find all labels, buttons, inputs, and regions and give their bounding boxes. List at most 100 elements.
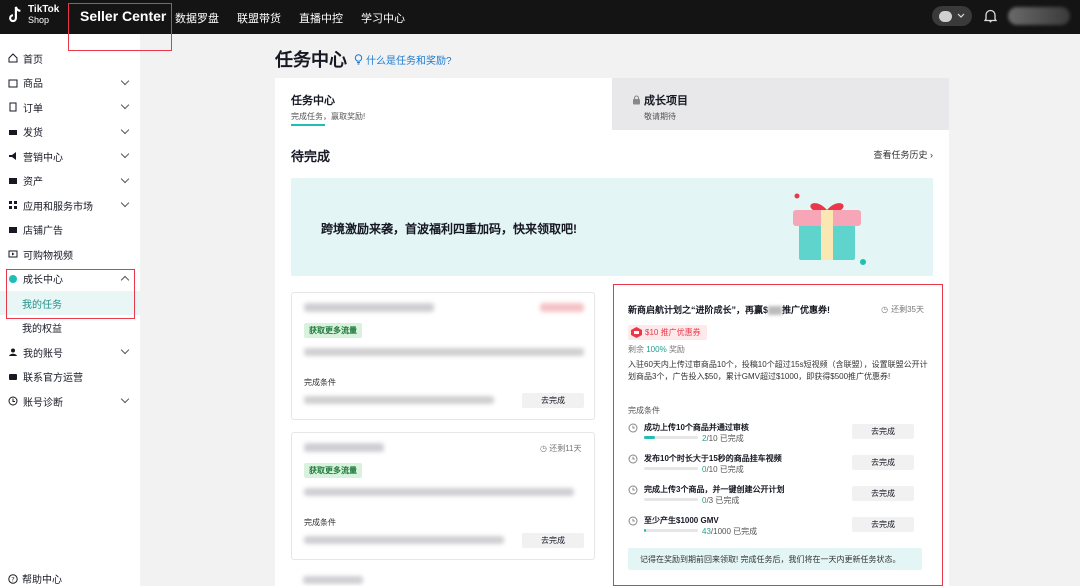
condition-row: 发布10个时长大于15秒的商品挂车视频 0/10 已完成 去完成 — [628, 453, 928, 481]
condition-name: 成功上传10个商品并通过审核 — [644, 423, 749, 432]
order-icon — [8, 102, 18, 112]
help-center-link[interactable]: ? 帮助中心 — [8, 571, 62, 586]
app-title[interactable]: Seller Center — [80, 8, 166, 24]
help-link-text: 什么是任务和奖励? — [366, 56, 452, 67]
progress-text: 43/1000 已完成 — [702, 526, 757, 537]
sidebar-item-label: 成长中心 — [23, 275, 63, 286]
sidebar-item-contact[interactable]: 联系官方运营 — [0, 365, 140, 389]
featured-remaining-text: 还剩35天 — [891, 305, 924, 314]
featured-conditions-label: 完成条件 — [628, 406, 660, 415]
growth-icon — [8, 274, 18, 284]
progress-text: 0/10 已完成 — [702, 464, 744, 475]
condition-row: 完成上传3个商品，并一键创建公开计划 0/3 已完成 去完成 — [628, 484, 928, 512]
remaining-days-text: 还剩11天 — [549, 444, 582, 453]
task-card[interactable]: ◷ 还剩11天 获取更多流量 完成条件 去完成 — [291, 432, 595, 560]
progress-total: /10 已完成 — [706, 465, 744, 474]
sidebar-subitem-my-tasks[interactable]: 我的任务 — [0, 291, 140, 315]
nav-affiliate[interactable]: 联盟带货 — [237, 10, 281, 26]
remaining-label: 剩余 — [628, 345, 644, 354]
remaining-percent: 100% — [646, 345, 667, 354]
go-complete-button[interactable]: 去完成 — [852, 455, 914, 470]
tab-subtitle: 完成任务，赢取奖励! — [291, 112, 366, 121]
sidebar-item-label: 订单 — [23, 103, 43, 115]
traffic-tag: 获取更多流量 — [304, 323, 362, 338]
avatar[interactable] — [1008, 7, 1070, 25]
nav-live-control[interactable]: 直播中控 — [299, 10, 343, 26]
blurred-desc — [304, 348, 584, 356]
featured-task-title: 新商启航计划之“进阶成长”，再赢$ 推广优惠券! — [628, 303, 830, 316]
task-history-link[interactable]: 查看任务历史 › — [873, 148, 933, 161]
chevron-down-icon — [120, 100, 130, 110]
sidebar-item-shipping[interactable]: 发货 — [0, 120, 140, 144]
video-icon — [8, 249, 18, 259]
conditions-label: 完成条件 — [304, 518, 336, 527]
go-complete-button[interactable]: 去完成 — [522, 393, 584, 408]
tab-growth-project[interactable]: 成长项目 敬请期待 — [612, 78, 949, 130]
condition-row: 成功上传10个商品并通过审核 2/10 已完成 去完成 — [628, 422, 928, 450]
assets-icon — [8, 176, 18, 186]
clock-icon — [628, 454, 638, 464]
sidebar-item-product[interactable]: 商品 — [0, 71, 140, 95]
go-complete-button[interactable]: 去完成 — [852, 424, 914, 439]
go-complete-button[interactable]: 去完成 — [522, 533, 584, 548]
sidebar-item-label: 资产 — [23, 177, 43, 188]
sidebar-item-home[interactable]: 首页 — [0, 46, 140, 70]
help-link[interactable]: 什么是任务和奖励? — [354, 52, 452, 67]
sidebar-item-ads[interactable]: 店铺广告 — [0, 218, 140, 242]
chevron-down-icon — [120, 149, 130, 159]
lightbulb-icon — [354, 54, 363, 65]
go-complete-button[interactable]: 去完成 — [852, 486, 914, 501]
tab-task-center[interactable]: 任务中心 完成任务，赢取奖励! — [275, 78, 612, 130]
go-complete-button[interactable]: 去完成 — [852, 517, 914, 532]
blurred-badge — [540, 303, 584, 312]
sidebar-item-label: 我的账号 — [23, 348, 63, 360]
sidebar-item-order[interactable]: 订单 — [0, 95, 140, 119]
remaining-reward: 剩余 100% 奖励 — [628, 344, 685, 355]
sidebar-item-label: 可购物视频 — [23, 250, 73, 262]
diagnose-icon — [8, 396, 18, 406]
nav-learning-center[interactable]: 学习中心 — [361, 10, 405, 26]
chat-button[interactable] — [932, 6, 972, 26]
sidebar-item-video[interactable]: 可购物视频 — [0, 242, 140, 266]
sidebar-item-label: 首页 — [23, 54, 43, 66]
help-icon: ? — [8, 573, 18, 584]
tab-title-text: 成长项目 — [644, 95, 688, 107]
logo-text: TikTok Shop — [28, 4, 60, 26]
sidebar-subitem-my-benefits[interactable]: 我的权益 — [0, 316, 140, 340]
sidebar-item-diagnose[interactable]: 账号诊断 — [0, 389, 140, 413]
chevron-down-icon — [120, 198, 130, 208]
logo-line2: Shop — [28, 15, 50, 25]
product-icon — [8, 78, 18, 88]
sidebar-item-assets[interactable]: 资产 — [0, 169, 140, 193]
top-nav: 数据罗盘 联盟带货 直播中控 学习中心 — [175, 10, 405, 26]
condition-name: 发布10个时长大于15秒的商品挂车视频 — [644, 454, 782, 463]
tab-title: 任务中心 — [291, 95, 335, 107]
shipping-icon — [8, 127, 18, 137]
blurred-next-title — [303, 576, 363, 584]
coupon-icon — [631, 327, 642, 338]
page-title: 任务中心 — [275, 50, 347, 70]
promo-banner[interactable]: 跨境激励来袭，首波福利四重加码，快来领取吧! — [291, 178, 933, 276]
clock-icon — [628, 516, 638, 526]
svg-text:?: ? — [11, 575, 14, 583]
nav-data-compass[interactable]: 数据罗盘 — [175, 10, 219, 26]
task-card[interactable]: 获取更多流量 完成条件 去完成 — [291, 292, 595, 420]
top-bar: TikTok Shop Seller Center 数据罗盘 联盟带货 直播中控… — [0, 0, 1080, 34]
coupon-text: $10 推广优惠券 — [645, 328, 701, 337]
chevron-down-icon — [957, 13, 965, 18]
sidebar-item-apps[interactable]: 应用和服务市场 — [0, 193, 140, 217]
condition-name: 至少产生$1000 GMV — [644, 516, 719, 525]
progress-text: 0/3 已完成 — [702, 495, 739, 506]
tiktok-shop-logo[interactable]: TikTok Shop — [6, 5, 59, 25]
sidebar-item-growth[interactable]: 成长中心 — [0, 267, 140, 291]
featured-description: 入驻60天内上传过审商品10个，投稿10个超过15s短视频（含联盟），设置联盟公… — [628, 360, 928, 381]
sidebar-item-marketing[interactable]: 营销中心 — [0, 144, 140, 168]
bell-icon[interactable] — [982, 8, 998, 24]
logo-line1: TikTok — [28, 4, 60, 15]
featured-task-card[interactable]: 新商启航计划之“进阶成长”，再赢$ 推广优惠券! ◷ 还剩35天 $10 推广优惠… — [613, 284, 943, 586]
main-content: 任务中心 什么是任务和奖励? 任务中心 完成任务，赢取奖励! 成长项目 敬请期待… — [140, 34, 1080, 586]
progress-fill — [644, 436, 655, 439]
progress-done: 43 — [702, 527, 711, 536]
account-icon — [8, 347, 18, 357]
sidebar-item-account[interactable]: 我的账号 — [0, 340, 140, 364]
